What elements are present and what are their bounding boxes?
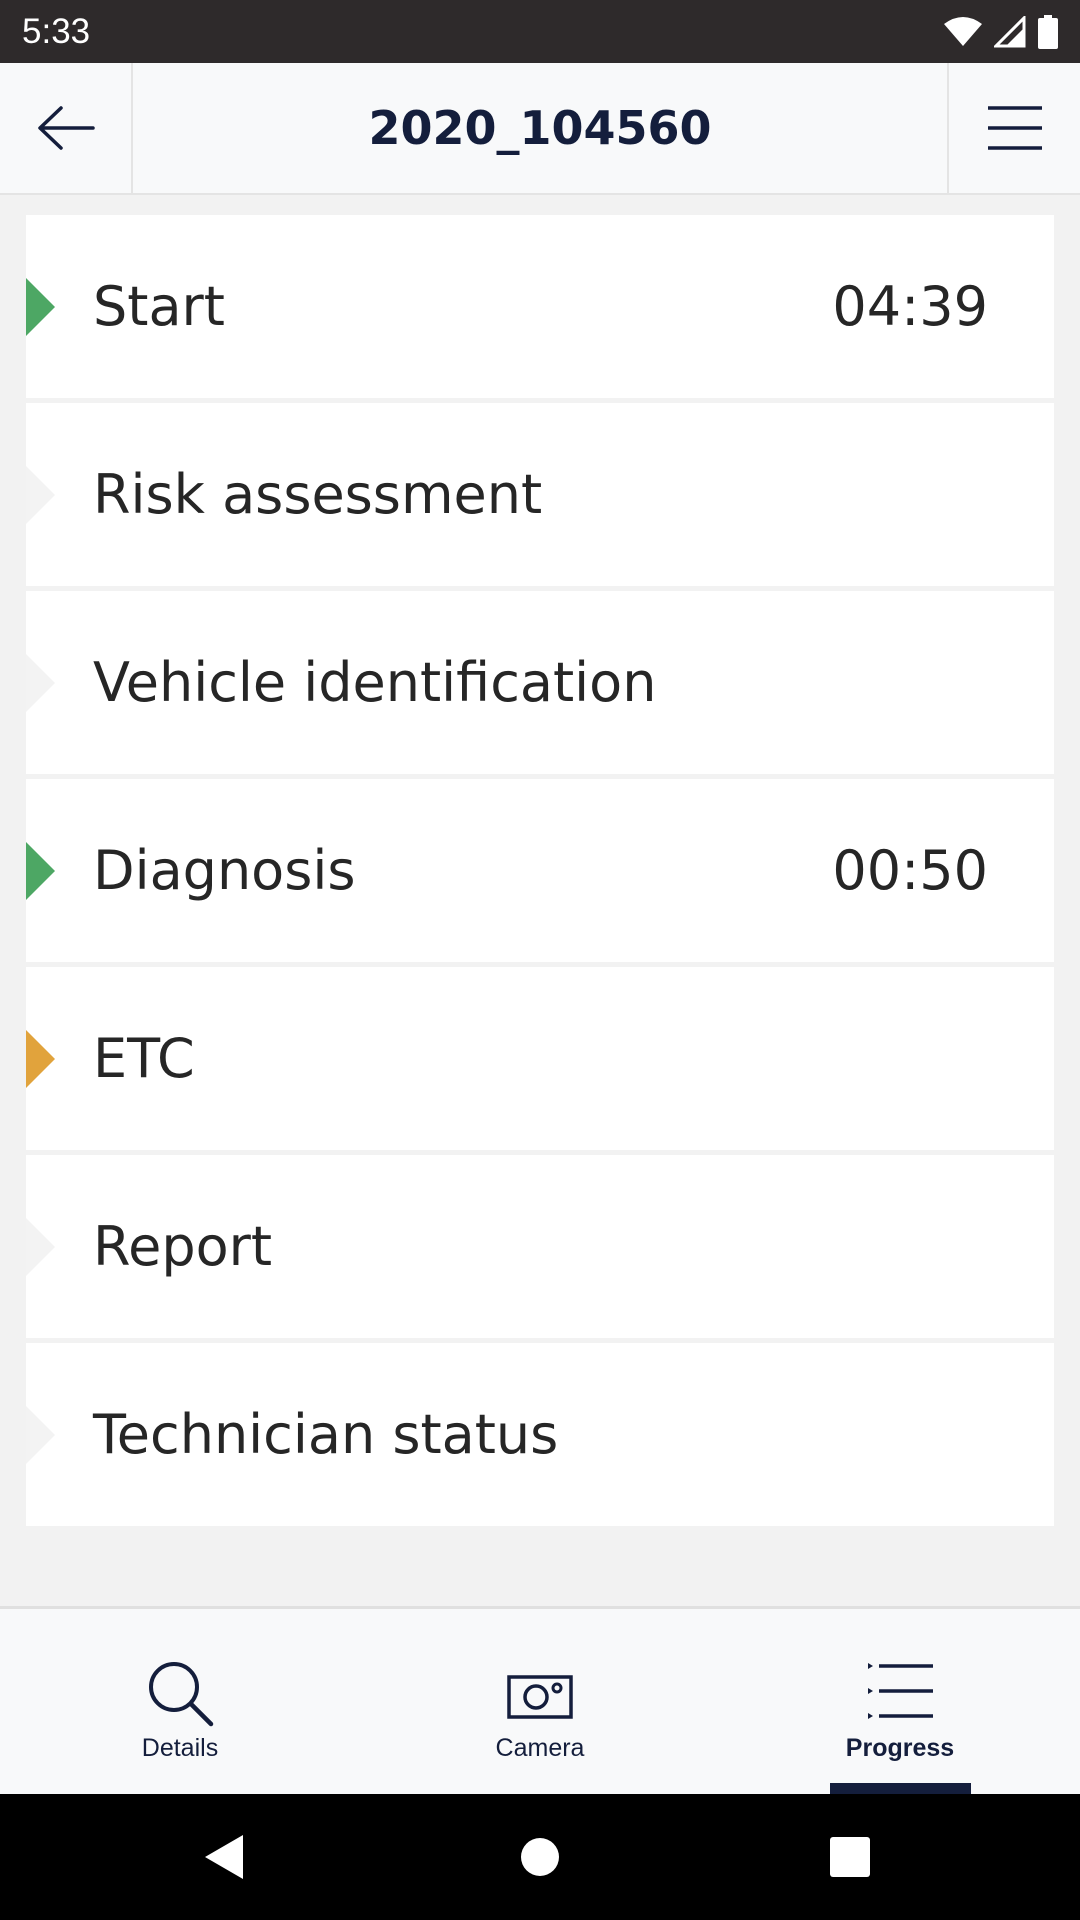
step-time: 04:39 — [832, 275, 988, 338]
status-time: 5:33 — [22, 11, 91, 51]
step-time: 00:50 — [832, 839, 988, 902]
step-label: Start — [93, 275, 225, 338]
progress-step-list: Start 04:39 Risk assessment Vehicle iden… — [26, 215, 1054, 1531]
step-row-diagnosis[interactable]: Diagnosis 00:50 — [26, 779, 1054, 962]
status-marker-icon — [26, 653, 55, 712]
nav-home-button[interactable] — [480, 1794, 600, 1920]
hamburger-menu-icon — [987, 106, 1042, 150]
status-bar: 5:33 — [0, 0, 1080, 63]
recents-square-icon — [830, 1837, 870, 1877]
tab-label: Details — [141, 1734, 219, 1762]
search-icon — [0, 1653, 360, 1733]
selected-tab-indicator — [830, 1783, 971, 1794]
battery-icon — [1038, 14, 1058, 49]
home-circle-icon — [521, 1838, 559, 1876]
tab-label: Progress — [845, 1734, 955, 1762]
step-row-risk-assessment[interactable]: Risk assessment — [26, 403, 1054, 586]
camera-icon — [360, 1653, 720, 1733]
step-label: ETC — [93, 1027, 195, 1090]
status-marker-icon — [26, 277, 55, 336]
signal-icon — [994, 15, 1026, 47]
status-marker-icon — [26, 465, 55, 524]
status-marker-icon — [26, 841, 55, 900]
status-marker-icon — [26, 1029, 55, 1088]
step-row-report[interactable]: Report — [26, 1155, 1054, 1338]
bottom-tab-bar: Details Camera Progress — [0, 1606, 1080, 1794]
step-row-start[interactable]: Start 04:39 — [26, 215, 1054, 398]
tab-details[interactable]: Details — [0, 1609, 360, 1794]
progress-list-icon — [720, 1653, 1080, 1733]
wifi-icon — [944, 16, 982, 46]
tab-progress[interactable]: Progress — [720, 1609, 1080, 1794]
status-marker-icon — [26, 1217, 55, 1276]
menu-button[interactable] — [947, 63, 1080, 193]
back-triangle-icon — [205, 1835, 243, 1879]
step-label: Risk assessment — [93, 463, 543, 526]
arrow-left-icon — [37, 106, 95, 150]
step-label: Vehicle identification — [93, 651, 657, 714]
status-marker-icon — [26, 1405, 55, 1464]
nav-back-button[interactable] — [165, 1794, 285, 1920]
app-header: 2020_104560 — [0, 63, 1080, 195]
nav-recents-button[interactable] — [790, 1794, 910, 1920]
tab-label: Camera — [495, 1734, 585, 1762]
step-row-technician-status[interactable]: Technician status — [26, 1343, 1054, 1526]
step-row-etc[interactable]: ETC — [26, 967, 1054, 1150]
page-title: 2020_104560 — [368, 101, 712, 155]
step-label: Diagnosis — [93, 839, 356, 902]
status-icons — [944, 14, 1058, 49]
step-label: Report — [93, 1215, 273, 1278]
back-button[interactable] — [0, 63, 133, 193]
system-nav-bar — [0, 1794, 1080, 1920]
step-label: Technician status — [93, 1403, 559, 1466]
step-row-vehicle-identification[interactable]: Vehicle identification — [26, 591, 1054, 774]
tab-camera[interactable]: Camera — [360, 1609, 720, 1794]
